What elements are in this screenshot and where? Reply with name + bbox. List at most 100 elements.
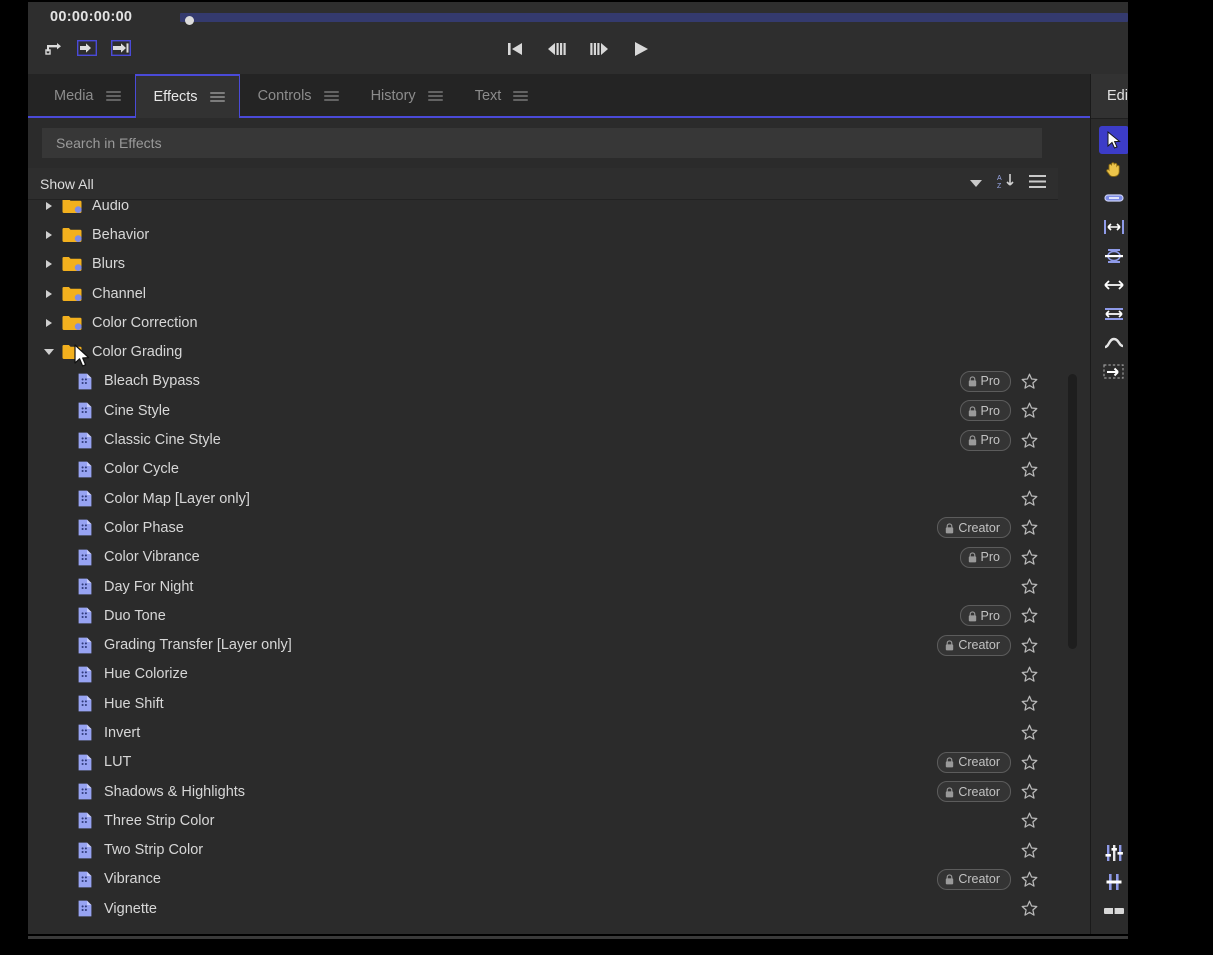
tree-folder-row[interactable]: Blurs xyxy=(28,250,1058,279)
effect-file-icon xyxy=(78,842,94,859)
chevron-down-icon[interactable] xyxy=(969,175,983,193)
tree-effect-row[interactable]: Shadows & Highlights Creator xyxy=(28,777,1058,806)
razor-tool[interactable] xyxy=(1099,184,1128,212)
keyframe-editor-icon[interactable] xyxy=(1099,868,1128,896)
roll-edit-tool[interactable] xyxy=(1099,242,1128,270)
tab-text[interactable]: Text xyxy=(457,74,543,118)
favorite-star-icon[interactable] xyxy=(1021,695,1038,712)
range-select-tool[interactable] xyxy=(1099,358,1128,386)
tree-effect-row[interactable]: Grading Transfer [Layer only] Creator xyxy=(28,630,1058,659)
favorite-star-icon[interactable] xyxy=(1021,842,1038,859)
skip-to-start-icon[interactable] xyxy=(502,37,528,61)
tab-media[interactable]: Media xyxy=(36,74,135,118)
tree-effect-row[interactable]: Color Vibrance Pro xyxy=(28,543,1058,572)
audio-mixer-icon[interactable] xyxy=(1099,839,1128,867)
tree-effect-row[interactable]: Classic Cine Style Pro xyxy=(28,425,1058,454)
step-back-icon[interactable] xyxy=(544,37,570,61)
tree-folder-row[interactable]: Color Grading xyxy=(28,337,1058,366)
tree-effect-row[interactable]: Cine Style Pro xyxy=(28,396,1058,425)
chevron-right-icon[interactable] xyxy=(40,230,58,239)
tab-menu-icon[interactable] xyxy=(323,90,339,102)
favorite-star-icon[interactable] xyxy=(1021,402,1038,419)
favorite-star-icon[interactable] xyxy=(1021,607,1038,624)
tab-effects[interactable]: Effects xyxy=(134,74,240,118)
favorite-star-icon[interactable] xyxy=(1021,754,1038,771)
tab-editor[interactable]: Editor xyxy=(1107,88,1128,104)
chevron-right-icon[interactable] xyxy=(40,318,58,327)
tree-effect-row[interactable]: Three Strip Color xyxy=(28,806,1058,835)
step-forward-icon[interactable] xyxy=(586,37,612,61)
tier-badge[interactable]: Pro xyxy=(959,605,1011,627)
tree-effect-row[interactable]: Day For Night xyxy=(28,572,1058,601)
effects-list-scrollbar[interactable] xyxy=(1068,316,1077,934)
favorite-star-icon[interactable] xyxy=(1021,578,1038,595)
slip-tool[interactable] xyxy=(1099,271,1128,299)
tab-controls[interactable]: Controls xyxy=(240,74,353,118)
chevron-down-icon[interactable] xyxy=(40,349,58,356)
tier-badge[interactable]: Creator xyxy=(937,868,1011,890)
select-arrow-tool[interactable] xyxy=(1099,126,1128,154)
sort-az-icon[interactable]: A Z xyxy=(997,173,1015,194)
favorite-star-icon[interactable] xyxy=(1021,724,1038,741)
tab-menu-icon[interactable] xyxy=(427,90,443,102)
tab-menu-icon[interactable] xyxy=(105,90,121,102)
tree-folder-row[interactable]: Color Correction xyxy=(28,308,1058,337)
tree-effect-row[interactable]: Vibrance Creator xyxy=(28,865,1058,894)
tier-badge[interactable]: Creator xyxy=(937,517,1011,539)
tab-menu-icon[interactable] xyxy=(513,90,529,102)
tree-folder-row[interactable]: Behavior xyxy=(28,220,1058,249)
chevron-right-icon[interactable] xyxy=(40,260,58,269)
tree-effect-row[interactable]: Color Phase Creator xyxy=(28,513,1058,542)
favorite-star-icon[interactable] xyxy=(1021,666,1038,683)
tier-badge[interactable]: Pro xyxy=(959,370,1011,392)
filmstrip-icon[interactable] xyxy=(1099,897,1128,925)
favorite-star-icon[interactable] xyxy=(1021,461,1038,478)
tree-effect-row[interactable]: Hue Shift xyxy=(28,689,1058,718)
trim-both-tool[interactable] xyxy=(1099,213,1128,241)
slide-tool[interactable] xyxy=(1099,300,1128,328)
hamburger-menu-icon[interactable] xyxy=(1029,174,1046,193)
scrubber-track[interactable] xyxy=(180,13,1128,22)
tab-menu-icon[interactable] xyxy=(209,91,225,103)
scrollbar-thumb[interactable] xyxy=(1068,374,1077,649)
favorite-star-icon[interactable] xyxy=(1021,549,1038,566)
tier-badge[interactable]: Creator xyxy=(937,751,1011,773)
tree-folder-row[interactable]: Channel xyxy=(28,279,1058,308)
chevron-right-icon[interactable] xyxy=(40,201,58,210)
tree-effect-row[interactable]: Vignette xyxy=(28,894,1058,917)
favorite-star-icon[interactable] xyxy=(1021,812,1038,829)
favorite-star-icon[interactable] xyxy=(1021,519,1038,536)
tree-effect-row[interactable]: Color Map [Layer only] xyxy=(28,484,1058,513)
play-icon[interactable] xyxy=(628,37,654,61)
hand-tool[interactable] xyxy=(1099,155,1128,183)
playhead-handle[interactable] xyxy=(185,16,194,25)
tree-folder-row[interactable]: Audio xyxy=(28,200,1058,220)
tier-badge[interactable]: Pro xyxy=(959,400,1011,422)
tier-badge[interactable]: Pro xyxy=(959,429,1011,451)
pen-curve-tool[interactable] xyxy=(1099,329,1128,357)
favorite-star-icon[interactable] xyxy=(1021,871,1038,888)
effect-row-actions: Pro xyxy=(959,367,1058,396)
favorite-star-icon[interactable] xyxy=(1021,900,1038,917)
filter-label[interactable]: Show All xyxy=(40,176,94,192)
favorite-star-icon[interactable] xyxy=(1021,637,1038,654)
favorite-star-icon[interactable] xyxy=(1021,783,1038,800)
tier-badge[interactable]: Creator xyxy=(937,781,1011,803)
search-input[interactable] xyxy=(42,128,1042,158)
tree-effect-row[interactable]: Two Strip Color xyxy=(28,836,1058,865)
chevron-right-icon[interactable] xyxy=(40,289,58,298)
favorite-star-icon[interactable] xyxy=(1021,432,1038,449)
tree-effect-row[interactable]: Hue Colorize xyxy=(28,660,1058,689)
tier-badge[interactable]: Pro xyxy=(959,546,1011,568)
tree-effect-row[interactable]: Invert xyxy=(28,718,1058,747)
effect-file-icon xyxy=(78,578,94,595)
effects-tree-list[interactable]: Audio Behavior Blurs Channel Color Correctio… xyxy=(28,200,1058,917)
tree-effect-row[interactable]: Bleach Bypass Pro xyxy=(28,367,1058,396)
favorite-star-icon[interactable] xyxy=(1021,490,1038,507)
tree-effect-row[interactable]: Color Cycle xyxy=(28,455,1058,484)
favorite-star-icon[interactable] xyxy=(1021,373,1038,390)
tier-badge[interactable]: Creator xyxy=(937,634,1011,656)
tree-effect-row[interactable]: LUT Creator xyxy=(28,748,1058,777)
tab-history[interactable]: History xyxy=(353,74,457,118)
tree-effect-row[interactable]: Duo Tone Pro xyxy=(28,601,1058,630)
